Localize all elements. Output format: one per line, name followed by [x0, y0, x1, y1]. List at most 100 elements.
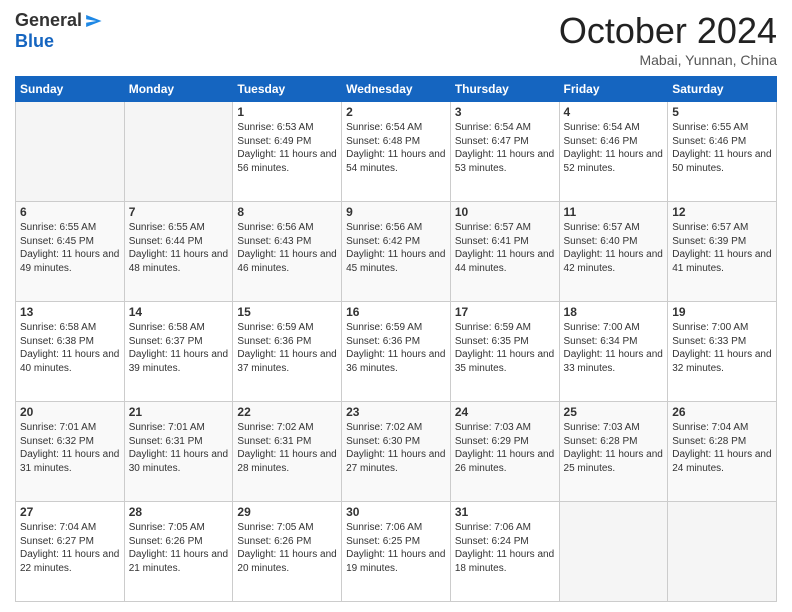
day-info: Sunrise: 6:54 AMSunset: 6:47 PMDaylight:…	[455, 121, 555, 175]
weekday-header: Tuesday	[233, 77, 342, 102]
calendar-cell	[668, 502, 777, 602]
day-number: 30	[346, 505, 446, 519]
day-info: Sunrise: 6:58 AMSunset: 6:38 PMDaylight:…	[20, 321, 120, 375]
logo: General Blue	[15, 10, 102, 52]
day-info: Sunrise: 7:02 AMSunset: 6:30 PMDaylight:…	[346, 421, 446, 475]
calendar-cell: 28 Sunrise: 7:05 AMSunset: 6:26 PMDayligh…	[124, 502, 233, 602]
day-info: Sunrise: 7:04 AMSunset: 6:27 PMDaylight:…	[20, 521, 120, 575]
calendar-cell: 27 Sunrise: 7:04 AMSunset: 6:27 PMDayligh…	[16, 502, 125, 602]
day-info: Sunrise: 7:01 AMSunset: 6:31 PMDaylight:…	[129, 421, 229, 475]
location: Mabai, Yunnan, China	[559, 52, 777, 68]
calendar-cell	[16, 102, 125, 202]
day-number: 13	[20, 305, 120, 319]
calendar-cell: 22 Sunrise: 7:02 AMSunset: 6:31 PMDayligh…	[233, 402, 342, 502]
day-number: 24	[455, 405, 555, 419]
calendar-cell: 6 Sunrise: 6:55 AMSunset: 6:45 PMDaylight…	[16, 202, 125, 302]
day-number: 23	[346, 405, 446, 419]
calendar-cell: 5 Sunrise: 6:55 AMSunset: 6:46 PMDaylight…	[668, 102, 777, 202]
calendar-cell: 16 Sunrise: 6:59 AMSunset: 6:36 PMDayligh…	[342, 302, 451, 402]
day-info: Sunrise: 6:56 AMSunset: 6:42 PMDaylight:…	[346, 221, 446, 275]
day-number: 28	[129, 505, 229, 519]
weekday-header: Thursday	[450, 77, 559, 102]
calendar-cell: 23 Sunrise: 7:02 AMSunset: 6:30 PMDayligh…	[342, 402, 451, 502]
weekday-header: Wednesday	[342, 77, 451, 102]
day-info: Sunrise: 7:00 AMSunset: 6:33 PMDaylight:…	[672, 321, 772, 375]
day-number: 12	[672, 205, 772, 219]
page: General Blue October 2024 Mabai, Yunnan,…	[0, 0, 792, 612]
title-block: October 2024 Mabai, Yunnan, China	[559, 10, 777, 68]
day-info: Sunrise: 7:04 AMSunset: 6:28 PMDaylight:…	[672, 421, 772, 475]
day-number: 6	[20, 205, 120, 219]
calendar-cell: 20 Sunrise: 7:01 AMSunset: 6:32 PMDayligh…	[16, 402, 125, 502]
calendar-cell: 26 Sunrise: 7:04 AMSunset: 6:28 PMDayligh…	[668, 402, 777, 502]
day-number: 16	[346, 305, 446, 319]
calendar-cell: 11 Sunrise: 6:57 AMSunset: 6:40 PMDayligh…	[559, 202, 668, 302]
calendar-cell: 2Sunrise: 6:54 AMSunset: 6:48 PMDaylight…	[342, 102, 451, 202]
day-number: 4	[564, 105, 664, 119]
day-number: 1	[237, 105, 337, 119]
day-number: 29	[237, 505, 337, 519]
day-number: 11	[564, 205, 664, 219]
calendar-cell: 17Sunrise: 6:59 AMSunset: 6:35 PMDayligh…	[450, 302, 559, 402]
day-number: 31	[455, 505, 555, 519]
day-info: Sunrise: 6:58 AMSunset: 6:37 PMDaylight:…	[129, 321, 229, 375]
day-info: Sunrise: 6:57 AMSunset: 6:41 PMDaylight:…	[455, 221, 555, 275]
calendar-cell: 24 Sunrise: 7:03 AMSunset: 6:29 PMDayligh…	[450, 402, 559, 502]
day-number: 15	[237, 305, 337, 319]
day-info: Sunrise: 7:01 AMSunset: 6:32 PMDaylight:…	[20, 421, 120, 475]
logo-blue: Blue	[15, 31, 54, 51]
calendar-cell	[124, 102, 233, 202]
calendar-cell: 7 Sunrise: 6:55 AMSunset: 6:44 PMDaylight…	[124, 202, 233, 302]
day-info: Sunrise: 7:02 AMSunset: 6:31 PMDaylight:…	[237, 421, 337, 475]
calendar-cell: 15 Sunrise: 6:59 AMSunset: 6:36 PMDayligh…	[233, 302, 342, 402]
calendar-cell: 8 Sunrise: 6:56 AMSunset: 6:43 PMDaylight…	[233, 202, 342, 302]
day-info: Sunrise: 6:59 AMSunset: 6:36 PMDaylight:…	[237, 321, 337, 375]
day-info: Sunrise: 6:55 AMSunset: 6:44 PMDaylight:…	[129, 221, 229, 275]
day-number: 8	[237, 205, 337, 219]
calendar-cell: 12 Sunrise: 6:57 AMSunset: 6:39 PMDayligh…	[668, 202, 777, 302]
day-number: 26	[672, 405, 772, 419]
calendar-cell: 4Sunrise: 6:54 AMSunset: 6:46 PMDaylight…	[559, 102, 668, 202]
month-title: October 2024	[559, 10, 777, 52]
day-info: Sunrise: 7:05 AMSunset: 6:26 PMDaylight:…	[237, 521, 337, 575]
day-info: Sunrise: 6:57 AMSunset: 6:39 PMDaylight:…	[672, 221, 772, 275]
day-info: Sunrise: 7:00 AMSunset: 6:34 PMDaylight:…	[564, 321, 664, 375]
day-number: 27	[20, 505, 120, 519]
weekday-header: Saturday	[668, 77, 777, 102]
calendar-cell	[559, 502, 668, 602]
day-info: Sunrise: 6:55 AMSunset: 6:45 PMDaylight:…	[20, 221, 120, 275]
day-number: 7	[129, 205, 229, 219]
day-number: 3	[455, 105, 555, 119]
day-number: 20	[20, 405, 120, 419]
logo-general: General	[15, 10, 82, 31]
header: General Blue October 2024 Mabai, Yunnan,…	[15, 10, 777, 68]
day-info: Sunrise: 6:59 AMSunset: 6:36 PMDaylight:…	[346, 321, 446, 375]
calendar-cell: 14Sunrise: 6:58 AMSunset: 6:37 PMDayligh…	[124, 302, 233, 402]
day-number: 5	[672, 105, 772, 119]
calendar-cell: 21Sunrise: 7:01 AMSunset: 6:31 PMDayligh…	[124, 402, 233, 502]
day-info: Sunrise: 6:55 AMSunset: 6:46 PMDaylight:…	[672, 121, 772, 175]
calendar-cell: 31 Sunrise: 7:06 AMSunset: 6:24 PMDayligh…	[450, 502, 559, 602]
day-info: Sunrise: 7:03 AMSunset: 6:29 PMDaylight:…	[455, 421, 555, 475]
calendar-cell: 10Sunrise: 6:57 AMSunset: 6:41 PMDayligh…	[450, 202, 559, 302]
calendar-cell: 18 Sunrise: 7:00 AMSunset: 6:34 PMDayligh…	[559, 302, 668, 402]
calendar-cell: 19Sunrise: 7:00 AMSunset: 6:33 PMDayligh…	[668, 302, 777, 402]
day-info: Sunrise: 6:59 AMSunset: 6:35 PMDaylight:…	[455, 321, 555, 375]
calendar-cell: 30Sunrise: 7:06 AMSunset: 6:25 PMDayligh…	[342, 502, 451, 602]
day-info: Sunrise: 6:57 AMSunset: 6:40 PMDaylight:…	[564, 221, 664, 275]
weekday-header: Monday	[124, 77, 233, 102]
calendar-cell: 9Sunrise: 6:56 AMSunset: 6:42 PMDaylight…	[342, 202, 451, 302]
calendar-cell: 25Sunrise: 7:03 AMSunset: 6:28 PMDayligh…	[559, 402, 668, 502]
day-info: Sunrise: 6:56 AMSunset: 6:43 PMDaylight:…	[237, 221, 337, 275]
day-info: Sunrise: 7:05 AMSunset: 6:26 PMDaylight:…	[129, 521, 229, 575]
day-number: 25	[564, 405, 664, 419]
day-info: Sunrise: 6:53 AMSunset: 6:49 PMDaylight:…	[237, 121, 337, 175]
day-number: 2	[346, 105, 446, 119]
calendar-cell: 29 Sunrise: 7:05 AMSunset: 6:26 PMDayligh…	[233, 502, 342, 602]
weekday-header: Sunday	[16, 77, 125, 102]
day-info: Sunrise: 7:06 AMSunset: 6:24 PMDaylight:…	[455, 521, 555, 575]
day-number: 22	[237, 405, 337, 419]
day-number: 18	[564, 305, 664, 319]
weekday-header: Friday	[559, 77, 668, 102]
calendar-cell: 3 Sunrise: 6:54 AMSunset: 6:47 PMDaylight…	[450, 102, 559, 202]
